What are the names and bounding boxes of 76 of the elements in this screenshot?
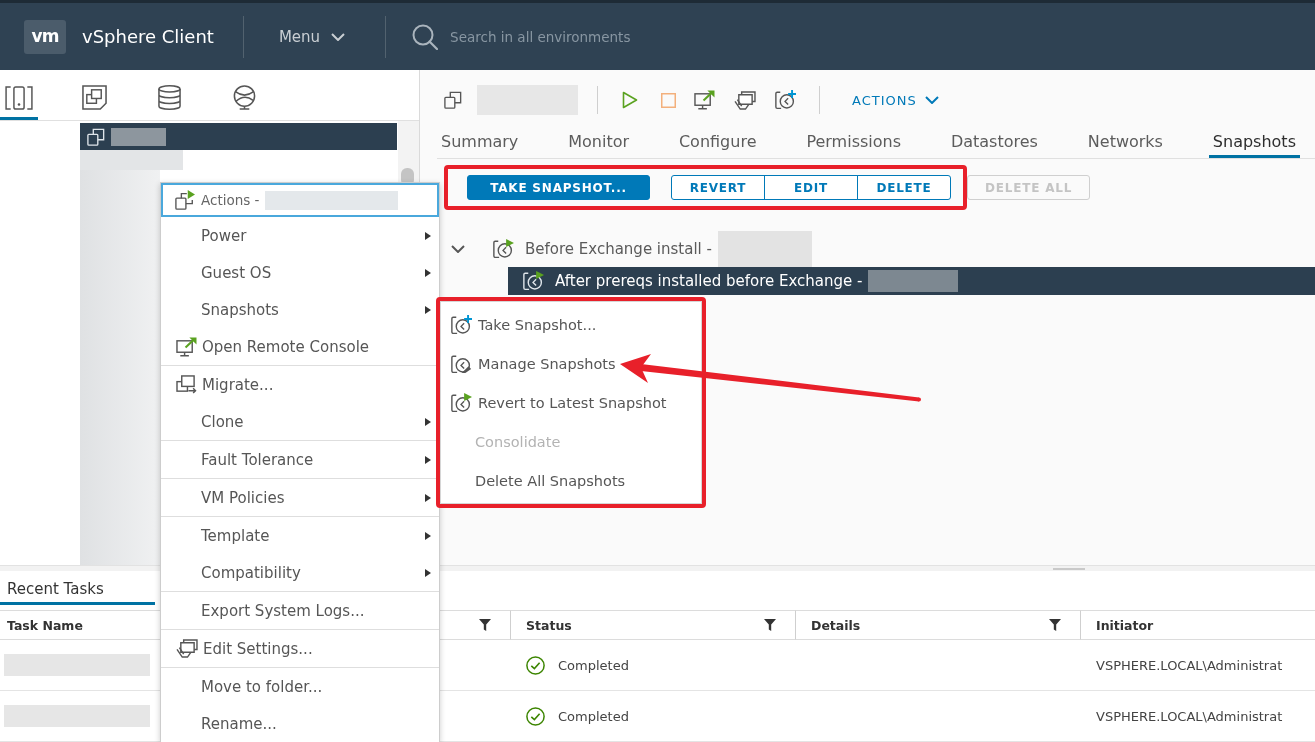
menu-item[interactable]: Migrate... — [161, 366, 439, 403]
logo: vm — [24, 19, 66, 54]
stacked-cards-icon — [176, 639, 198, 658]
circular-arrow-flag-icon — [451, 392, 472, 413]
circular-arrow-pencil-icon — [451, 353, 472, 374]
filter-icon[interactable] — [1049, 619, 1061, 631]
menu-item[interactable]: Manage Snapshots — [441, 344, 701, 383]
toolbar-button[interactable]: TAKE SNAPSHOT... — [467, 175, 650, 200]
menu-item[interactable]: Take Snapshot... — [441, 305, 701, 344]
column-header: Initiator — [1096, 617, 1154, 633]
tab[interactable]: Datastores — [946, 128, 1042, 158]
column-header: Task Name — [7, 617, 83, 633]
menu-item[interactable]: Export System Logs... — [161, 592, 439, 629]
tab[interactable]: Configure — [674, 128, 761, 158]
menu-item[interactable]: Delete All Snapshots — [441, 461, 701, 500]
menu-button[interactable]: Menu — [278, 27, 346, 46]
status-text: Completed — [558, 708, 629, 724]
circular-arrow-flag-icon — [523, 271, 544, 291]
snapshot-row[interactable]: Before Exchange install - — [441, 230, 1315, 267]
table-cell: VSPHERE.LOCAL\Administrat — [1096, 657, 1283, 673]
menu-item[interactable]: Revert to Latest Snapshot — [441, 383, 701, 422]
column-header: Details — [811, 617, 861, 633]
play-icon[interactable] — [622, 91, 638, 109]
menu-item[interactable]: VM Policies — [161, 479, 439, 516]
circular-arrow-sparkle-icon[interactable] — [775, 90, 796, 110]
overlapping-squares-icon — [87, 127, 105, 146]
table-cell: VSPHERE.LOCAL\Administrat — [1096, 708, 1283, 724]
stacked-windows-icon — [81, 85, 107, 110]
filter-icon[interactable] — [764, 619, 776, 631]
toolbar-button[interactable]: DELETE — [857, 175, 951, 200]
filter-icon[interactable] — [479, 619, 491, 631]
menu-item[interactable]: Snapshots — [161, 291, 439, 328]
menu-item[interactable]: Open Remote Console — [161, 328, 439, 365]
search-icon[interactable] — [412, 23, 439, 50]
menu-item[interactable]: Compatibility — [161, 554, 439, 591]
panel-tab[interactable]: Recent Tasks — [0, 572, 155, 605]
tab[interactable]: Snapshots — [1208, 128, 1300, 158]
stacked-cards-icon[interactable] — [734, 90, 756, 110]
menu-item[interactable]: Edit Settings... — [161, 630, 439, 667]
menu-item[interactable]: Power — [161, 217, 439, 254]
menu-item[interactable]: Template — [161, 517, 439, 554]
overlapping-squares-icon — [444, 91, 462, 109]
splitter-handle[interactable] — [1053, 568, 1085, 570]
menu-item[interactable]: Guest OS — [161, 254, 439, 291]
tab[interactable]: Permissions — [802, 128, 905, 158]
menu-title: Actions - — [201, 192, 260, 208]
actions-menu-button[interactable]: ACTIONS — [852, 92, 939, 108]
menu-item[interactable]: Clone — [161, 403, 439, 440]
globe-icon — [231, 85, 257, 110]
monitor-arrow-icon — [176, 336, 197, 357]
database-icon — [157, 85, 181, 110]
menu-item[interactable]: Rename... — [161, 705, 439, 742]
snapshot-row[interactable]: After prereqs installed before Exchange - — [508, 267, 1315, 295]
menu-item[interactable]: Move to folder... — [161, 668, 439, 705]
status-text: Completed — [558, 657, 629, 673]
snapshot-name: After prereqs installed before Exchange - — [555, 272, 863, 290]
tab[interactable]: Summary — [437, 128, 523, 158]
search-field[interactable]: Search in all environments — [450, 24, 771, 49]
chevron-down-icon — [924, 96, 939, 104]
device-icon — [5, 85, 33, 110]
circular-arrow-sparkle-icon — [451, 314, 472, 335]
tab[interactable]: Networks — [1083, 128, 1167, 158]
monitor-arrow-icon[interactable] — [694, 90, 715, 110]
snapshot-name: Before Exchange install - — [525, 239, 712, 258]
app-title: vSphere Client — [82, 26, 214, 47]
tab[interactable]: Monitor — [564, 128, 634, 158]
chevron-down-icon — [331, 32, 346, 41]
chevron-down-icon[interactable] — [451, 244, 465, 253]
menu-item[interactable]: Fault Tolerance — [161, 441, 439, 478]
overlapping-squares-play-icon — [175, 190, 195, 210]
column-header: Status — [526, 617, 572, 633]
toolbar-button[interactable]: EDIT — [764, 175, 858, 200]
circular-arrow-flag-icon — [493, 238, 514, 259]
toolbar-button[interactable]: REVERT — [671, 175, 765, 200]
windows-arrow-icon — [176, 375, 197, 394]
tree-row[interactable] — [80, 123, 397, 150]
